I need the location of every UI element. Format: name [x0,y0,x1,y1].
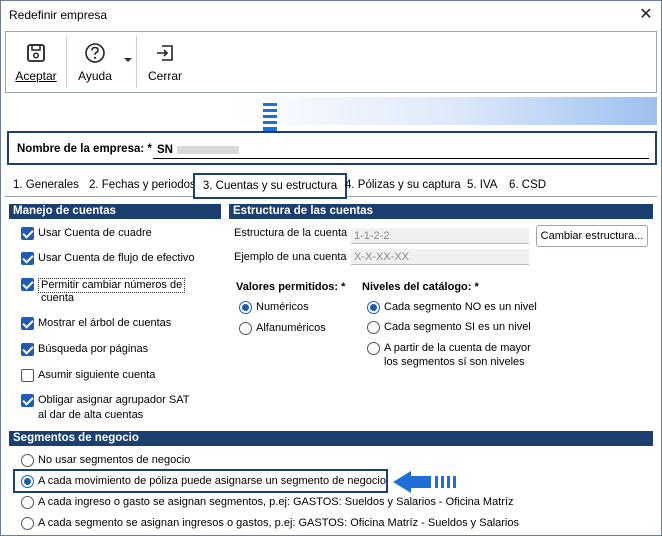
radio-label: Cada segmento NO es un nivel [384,301,537,313]
help-button[interactable]: Ayuda [70,32,120,92]
company-name-value: SN [157,144,173,156]
alfanumericos-radio[interactable]: Alfanuméricos [239,322,349,336]
radio-selected-icon [239,301,252,314]
checkbox-label-line2: al dar de alta cuentas [38,409,144,421]
ingreso-gasto-por-segmento-radio[interactable]: A cada segmento se asignan ingresos o ga… [21,517,521,531]
radio-selected-icon [21,475,34,488]
radio-label: Cada segmento SI es un nivel [384,321,531,333]
radio-unselected-icon [367,342,380,355]
close-label: Cerrar [147,69,182,83]
asumir-siguiente-checkbox[interactable]: Asumir siguiente cuenta [21,369,211,383]
busqueda-paginas-checkbox[interactable]: Búsqueda por páginas [21,343,211,357]
left-arrow-annotation-icon [393,471,456,493]
radio-label: A cada movimiento de póliza puede asigna… [38,475,386,487]
checkbox-label: Usar Cuenta de flujo de efectivo [38,252,195,264]
segmento-por-movimiento-radio[interactable]: A cada movimiento de póliza puede asigna… [21,475,386,489]
tab-cuentas-estructura[interactable]: 3. Cuentas y su estructura [193,173,347,199]
help-icon [85,43,105,63]
checkbox-label: Permitir cambiar números de [38,278,186,293]
no-usar-segmentos-radio[interactable]: No usar segmentos de negocio [21,454,221,468]
exit-icon [157,45,173,61]
checkbox-checked-icon [21,252,34,265]
help-dropdown-caret-icon[interactable] [124,58,132,62]
checkbox-checked-icon [21,394,34,407]
radio-unselected-icon [21,496,34,509]
checkbox-unchecked-icon [21,369,34,382]
estructura-cuenta-label: Estructura de la cuenta [234,227,348,239]
header-banner [5,97,657,125]
checkbox-label: Búsqueda por páginas [38,343,149,355]
tab-polizas-captura[interactable]: 4. Pólizas y su captura [345,179,461,191]
title-bar: Redefinir empresa ✕ [1,1,661,29]
cambiar-estructura-button[interactable]: Cambiar estructura... [536,225,648,247]
checkbox-checked-icon [21,317,34,330]
numericos-radio[interactable]: Numéricos [239,301,349,315]
radio-label: A cada segmento se asignan ingresos o ga… [38,517,519,529]
usar-cuenta-cuadre-checkbox[interactable]: Usar Cuenta de cuadre [21,227,211,241]
radio-selected-icon [367,301,380,314]
checkbox-label: Obligar asignar agrupador SAT [38,394,190,406]
estructura-cuenta-field: 1-1-2-2 [351,228,529,244]
niveles-catalogo-label: Niveles del catálogo: * [362,281,479,293]
radio-unselected-icon [239,322,252,335]
redefinir-empresa-window: Redefinir empresa ✕ Aceptar Ayuda Cerrar… [0,0,662,536]
checkbox-checked-icon [21,278,34,291]
radio-label: No usar segmentos de negocio [38,454,191,466]
tab-strip: 1. Generales 2. Fechas y periodos 3. Cue… [5,173,657,199]
obligar-agrupador-sat-checkbox[interactable]: Obligar asignar agrupador SAT al dar de … [21,394,211,422]
cuenta-mayor-nivel-radio[interactable]: A partir de la cuenta de mayor los segme… [367,342,547,370]
help-label: Ayuda [78,69,112,83]
accept-label: Aceptar [15,69,57,83]
checkbox-label: Usar Cuenta de cuadre [38,227,152,239]
checkbox-label-line2: cuenta [41,292,75,304]
checkbox-checked-icon [21,227,34,240]
ejemplo-cuenta-label: Ejemplo de una cuenta [234,251,347,263]
company-name-row: Nombre de la empresa: * SN [7,131,657,165]
segmento-por-ingreso-gasto-radio[interactable]: A cada ingreso o gasto se asignan segmen… [21,496,521,510]
close-button[interactable]: Cerrar [140,32,190,92]
close-window-button[interactable]: ✕ [635,4,657,26]
segmentos-negocio-header: Segmentos de negocio [9,431,653,446]
radio-unselected-icon [21,517,34,530]
window-title: Redefinir empresa [9,8,108,22]
permitir-cambiar-numeros-checkbox[interactable]: Permitir cambiar números de cuenta [21,278,211,306]
company-name-label: Nombre de la empresa: * [17,143,152,155]
tab-fechas-periodos[interactable]: 2. Fechas y periodos [89,179,196,191]
ejemplo-cuenta-field: X-X-XX-XX [351,249,529,265]
radio-label: A cada ingreso o gasto se asignan segmen… [38,496,514,508]
radio-unselected-icon [367,321,380,334]
toolbar: Aceptar Ayuda Cerrar [5,31,657,93]
segmento-si-nivel-radio[interactable]: Cada segmento SI es un nivel [367,321,547,335]
checkbox-label: Mostrar el árbol de cuentas [38,317,172,329]
redacted-text [176,145,239,154]
tab-generales[interactable]: 1. Generales [13,179,79,191]
radio-label-line2: los segmentos sí son niveles [384,356,525,368]
estructura-cuentas-header: Estructura de las cuentas [229,204,653,219]
save-icon [27,44,45,62]
toolbar-separator [136,36,137,88]
radio-label: Numéricos [256,301,309,313]
manejo-cuentas-header: Manejo de cuentas [9,204,221,219]
segmento-no-nivel-radio[interactable]: Cada segmento NO es un nivel [367,301,547,315]
radio-label: Alfanuméricos [256,322,326,334]
tab-csd[interactable]: 6. CSD [509,179,546,191]
usar-cuenta-flujo-checkbox[interactable]: Usar Cuenta de flujo de efectivo [21,252,211,266]
company-name-input[interactable]: SN [153,141,649,159]
toolbar-separator [66,36,67,88]
radio-unselected-icon [21,454,34,467]
valores-permitidos-label: Valores permitidos: * [236,281,346,293]
tab-iva[interactable]: 5. IVA [467,179,497,191]
checkbox-checked-icon [21,343,34,356]
checkbox-label: Asumir siguiente cuenta [38,369,156,381]
accept-button[interactable]: Aceptar [8,32,64,92]
radio-label: A partir de la cuenta de mayor [384,342,531,354]
mostrar-arbol-checkbox[interactable]: Mostrar el árbol de cuentas [21,317,211,331]
